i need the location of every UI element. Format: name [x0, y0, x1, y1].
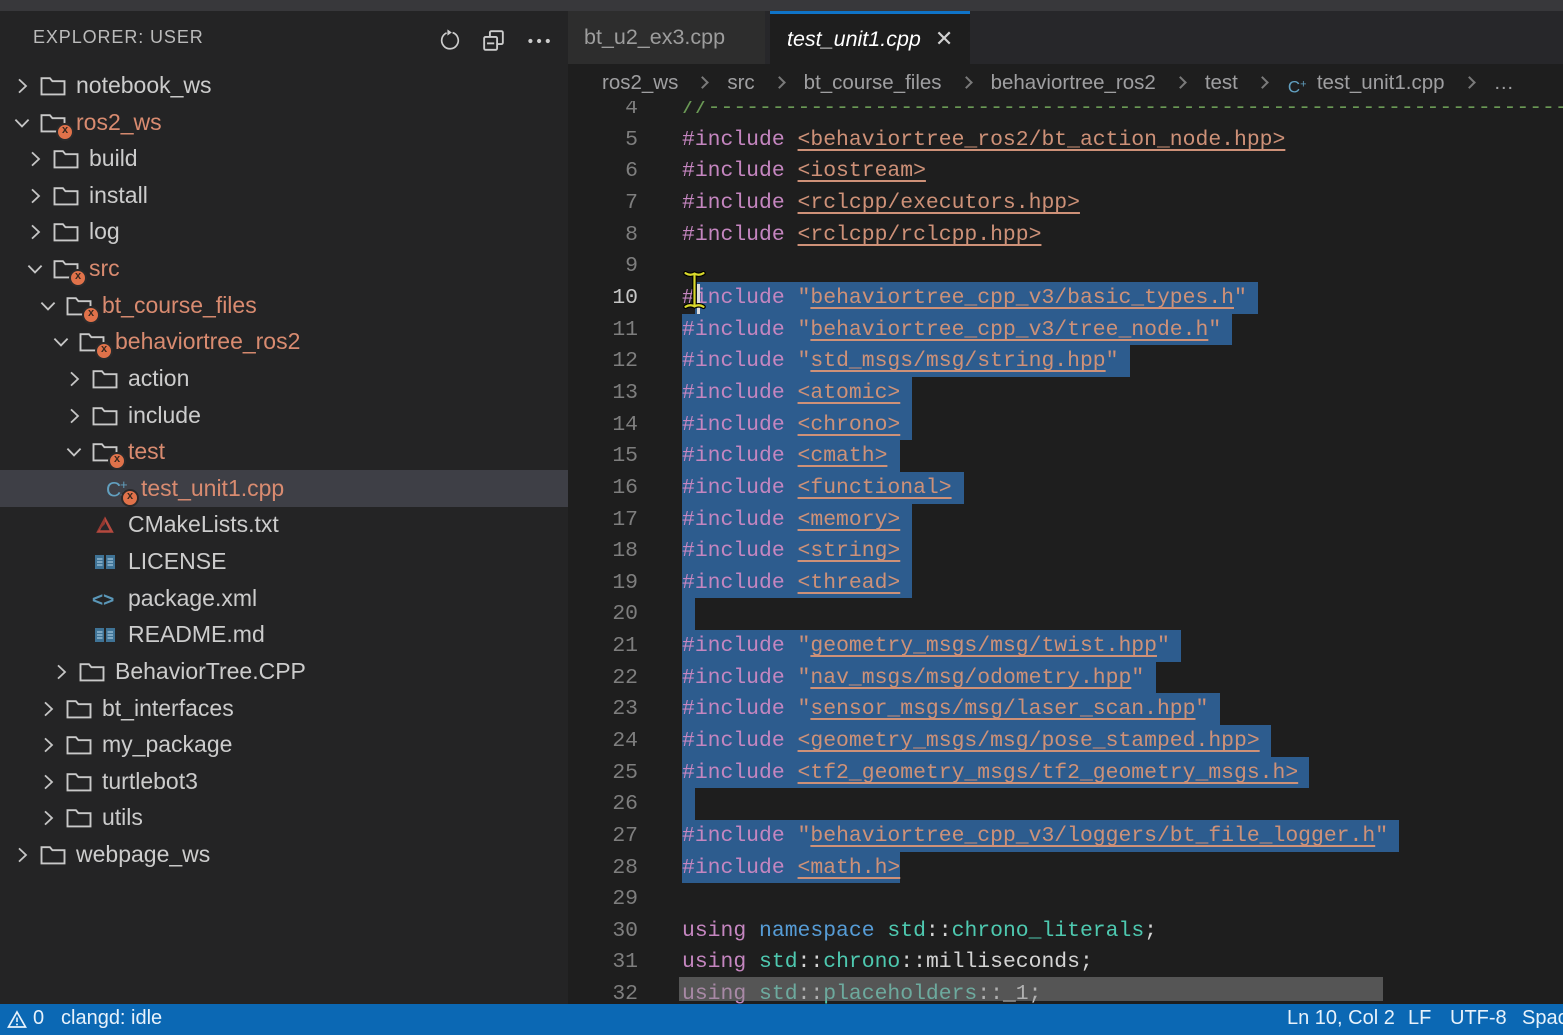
svg-text:+: + — [1300, 78, 1306, 90]
svg-text:<>: <> — [92, 590, 114, 610]
svg-text:C: C — [106, 478, 121, 500]
svg-text:C: C — [1288, 77, 1300, 96]
